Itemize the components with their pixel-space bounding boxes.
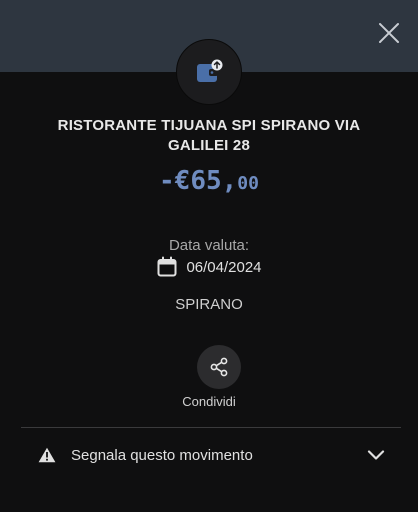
calendar-icon	[157, 256, 177, 277]
report-label: Segnala questo movimento	[71, 446, 253, 464]
value-date-label: Data valuta:	[168, 237, 250, 254]
value-date: 06/04/2024	[186, 258, 262, 276]
transaction-detail-sheet: RISTORANTE TIJUANA SPI SPIRANO VIA GALIL…	[0, 0, 418, 512]
value-date-row: 06/04/2024	[0, 256, 418, 278]
wallet-transfer-icon	[197, 59, 223, 82]
share-icon	[210, 357, 228, 377]
chevron-wrap	[367, 449, 385, 461]
chevron-down-icon	[367, 450, 385, 460]
merchant-name: RISTORANTE TIJUANA SPI SPIRANO VIA GALIL…	[57, 117, 361, 154]
amount-integer: -€65,	[159, 166, 238, 196]
amount-decimal: 00	[237, 173, 259, 194]
close-icon	[379, 23, 399, 43]
close-button[interactable]	[376, 20, 402, 46]
divider	[21, 427, 401, 428]
share-label: Condividi	[182, 394, 236, 409]
share-button[interactable]	[197, 345, 241, 389]
report-transaction-row[interactable]: Segnala questo movimento	[21, 432, 401, 478]
transaction-city: SPIRANO	[175, 296, 243, 313]
merchant-avatar	[176, 39, 242, 105]
warning-icon	[38, 447, 56, 463]
warning-icon-wrap	[38, 447, 56, 463]
transaction-amount: -€65,00	[0, 166, 418, 196]
